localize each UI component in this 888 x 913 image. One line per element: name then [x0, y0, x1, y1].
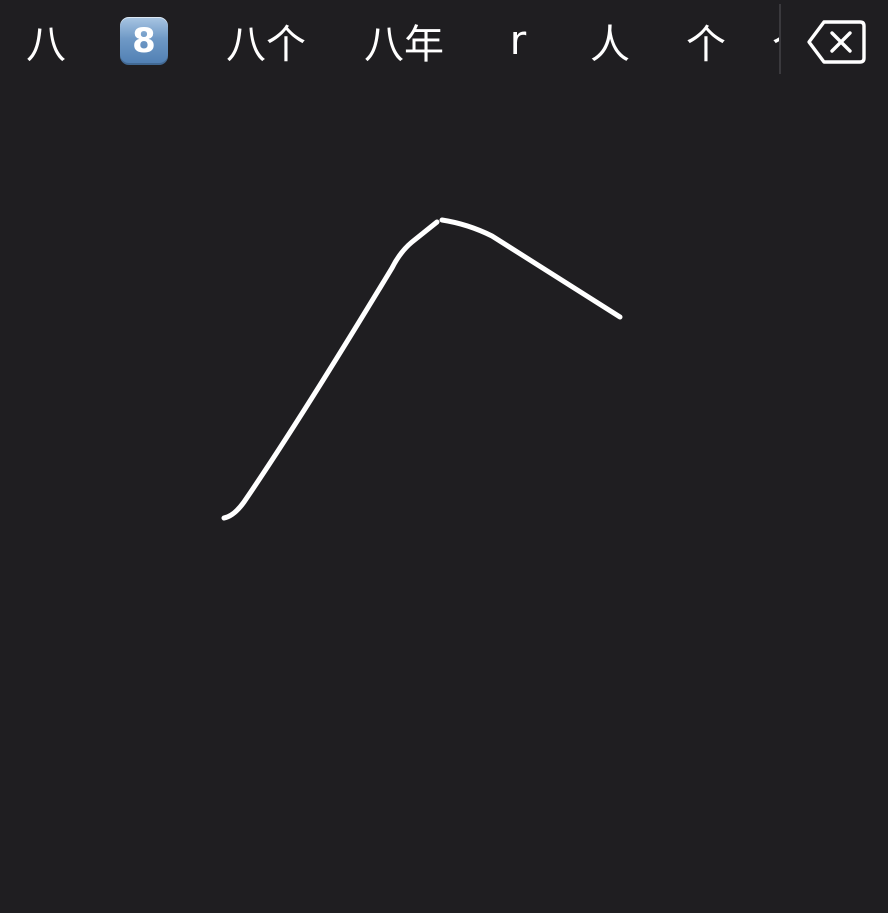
candidate-label: 八年 — [364, 22, 444, 68]
candidate-bage[interactable]: 八个 — [218, 8, 314, 74]
candidate-ren[interactable]: 人 — [584, 8, 636, 74]
ink-stroke — [439, 217, 623, 320]
candidate-bar: 八 8 八个 八年 r 人 个 个 — [0, 0, 888, 84]
candidate-label: r — [509, 18, 527, 64]
candidate-label: 人 — [590, 22, 630, 68]
candidate-ge-clipped[interactable]: 个 — [772, 8, 779, 74]
candidate-divider — [779, 4, 781, 74]
candidate-ge[interactable]: 个 — [680, 8, 732, 74]
candidate-label: 个 — [686, 22, 726, 68]
delete-backspace-icon — [807, 20, 866, 64]
keycap-digit-icon: 8 — [120, 17, 168, 65]
candidate-label: 个 — [772, 12, 779, 70]
delete-button[interactable] — [806, 16, 868, 68]
keycap-digit: 8 — [132, 21, 156, 61]
candidate-ba[interactable]: 八 — [22, 8, 70, 74]
candidate-label: 八 — [26, 22, 66, 68]
handwriting-canvas[interactable] — [0, 84, 888, 913]
ink-stroke — [221, 219, 440, 521]
candidate-keycap-eight[interactable]: 8 — [118, 8, 170, 74]
candidate-label: 八个 — [226, 22, 306, 68]
candidate-banian[interactable]: 八年 — [356, 8, 452, 74]
candidate-r[interactable]: r — [500, 8, 536, 74]
